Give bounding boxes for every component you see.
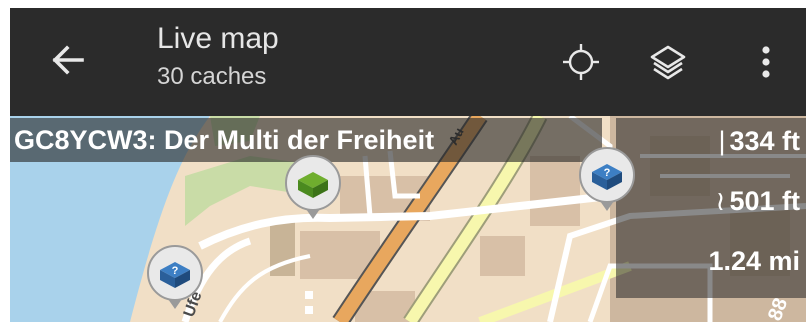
distance-row: ≀ 501 ft <box>715 186 800 217</box>
route-distance-prefix: ≀ <box>715 186 726 216</box>
building <box>530 156 580 226</box>
distance-row: 1.24 mi <box>704 246 800 277</box>
distance-row: | 334 ft <box>718 126 800 157</box>
street <box>305 291 313 299</box>
street <box>305 306 313 314</box>
distance-prefix: | <box>718 126 726 156</box>
traditional-cache-icon <box>284 155 342 224</box>
my-location-button[interactable] <box>557 38 605 86</box>
cache-marker-mystery[interactable]: ? <box>578 146 636 217</box>
svg-text:?: ? <box>172 265 179 277</box>
cache-count: 30 caches <box>157 63 267 90</box>
mystery-cache-icon: ? <box>578 147 636 216</box>
more-vertical-icon <box>760 44 772 80</box>
crosshair-icon <box>561 42 601 82</box>
svg-text:?: ? <box>604 167 611 179</box>
cache-marker-mystery[interactable]: ? <box>146 244 204 315</box>
more-options-button[interactable] <box>742 38 790 86</box>
cache-name-text: GC8YCW3: Der Multi der Freiheit <box>14 124 435 155</box>
top-app-bar: Live map 30 caches <box>10 8 806 116</box>
total-distance-value: 1.24 mi <box>708 246 800 276</box>
title-block: Live map 30 caches <box>157 22 279 92</box>
map-layers-button[interactable] <box>644 38 692 86</box>
back-button[interactable] <box>48 42 88 82</box>
page-title: Live map <box>157 22 279 55</box>
distance-value: 334 ft <box>729 126 800 156</box>
route-distance-value: 501 ft <box>729 186 800 216</box>
distance-panel: | 334 ft ≀ 501 ft 1.24 mi <box>616 118 806 298</box>
building <box>480 236 525 276</box>
app-frame: Live map 30 caches Ufe 88 GC8YCW3: Der M… <box>10 8 806 322</box>
cache-marker-traditional[interactable] <box>284 154 342 225</box>
mystery-cache-icon: ? <box>146 245 204 314</box>
arrow-back-icon <box>51 44 85 80</box>
layers-icon <box>648 42 688 82</box>
